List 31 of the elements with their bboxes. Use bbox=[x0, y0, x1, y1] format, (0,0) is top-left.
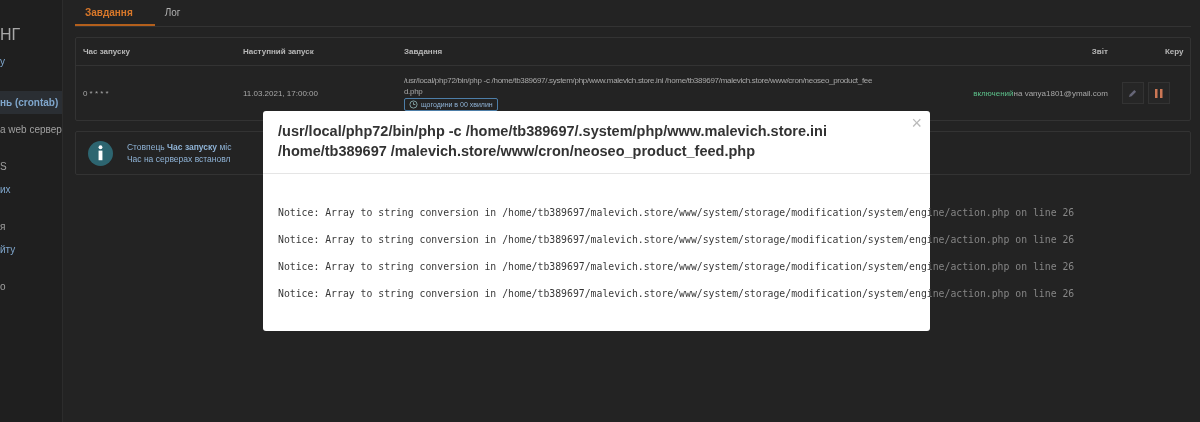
column-header: Звіт bbox=[1090, 47, 1109, 56]
info-icon bbox=[87, 140, 113, 166]
column-header: Керу bbox=[1163, 47, 1185, 56]
pause-icon bbox=[1154, 88, 1163, 98]
table-cell-text: 0 * * * * bbox=[81, 88, 110, 98]
sidebar-item[interactable]: а web сервер bbox=[0, 122, 62, 137]
command-text: /usr/local/php72/bin/php -c /home/tb389697/.system/php/www.malevich.store.ini /home/tb389697/malevich.store/www/cron/neoseo_product_fee bbox=[403, 75, 873, 85]
status-text: включений bbox=[973, 88, 1014, 98]
table-cell-text: 11.03.2021, 17:00:00 bbox=[241, 88, 319, 98]
sidebar-item[interactable]: о bbox=[0, 279, 6, 294]
pencil-icon bbox=[1128, 88, 1138, 98]
info-text: Час на серверах встановл bbox=[126, 154, 232, 164]
command-text: d.php bbox=[403, 86, 423, 96]
sidebar-title: НГ bbox=[0, 25, 21, 45]
pause-button[interactable] bbox=[1147, 82, 1170, 104]
column-header: Наступний запуск bbox=[241, 47, 315, 56]
sidebar-item[interactable]: йту bbox=[0, 242, 16, 257]
sidebar-item[interactable]: их bbox=[0, 182, 11, 197]
info-text: Стовпець Час запуску міс bbox=[126, 142, 232, 152]
column-header: Завдання bbox=[402, 47, 444, 56]
sidebar-item[interactable]: я bbox=[0, 219, 6, 234]
sidebar-item[interactable]: S bbox=[0, 159, 7, 174]
clock-icon bbox=[408, 99, 418, 109]
edit-button[interactable] bbox=[1121, 82, 1144, 104]
sidebar-item[interactable]: у bbox=[0, 54, 5, 69]
dialog-title: /usr/local/php72/bin/php -c /home/tb389697/.system/php/www.malevich.store.ini /home/tb389697 /malevich.store/www/cron/neoseo_product_feed.php bbox=[278, 122, 828, 161]
report-email: на vanya1801@ymail.com bbox=[1013, 88, 1108, 98]
sidebar-item[interactable]: нь (crontab) bbox=[0, 91, 62, 114]
tab[interactable]: Лог bbox=[154, 0, 203, 26]
column-header: Час запуску bbox=[81, 47, 131, 56]
tab[interactable]: Завдання bbox=[74, 0, 155, 26]
